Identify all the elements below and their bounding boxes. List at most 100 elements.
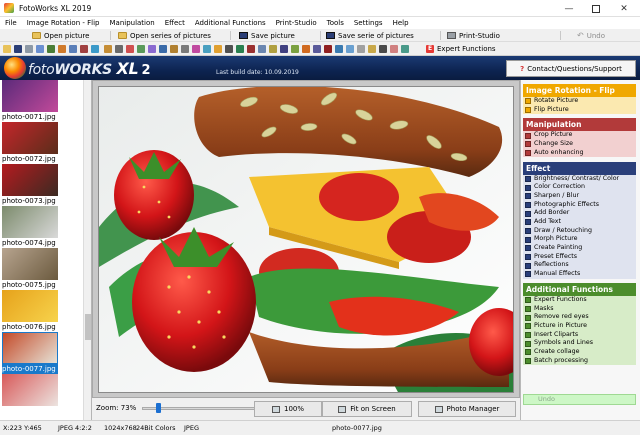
menu-additional-functions[interactable]: Additional Functions — [190, 19, 271, 27]
flip-icon[interactable] — [302, 45, 310, 53]
menu-settings[interactable]: Settings — [349, 19, 388, 27]
menu-file[interactable]: File — [0, 19, 22, 27]
image-viewer[interactable] — [92, 80, 520, 398]
photo-manager-button[interactable]: Photo Manager — [418, 401, 516, 417]
panel-function-item[interactable]: Insert Cliparts — [523, 331, 636, 340]
open-icon[interactable] — [3, 45, 11, 53]
thumbnail-item[interactable] — [2, 374, 58, 416]
person-icon[interactable] — [390, 45, 398, 53]
crop-icon[interactable] — [115, 45, 123, 53]
panel-function-item[interactable]: Morph Picture — [523, 235, 636, 244]
scrollbar-thumb[interactable] — [85, 314, 91, 340]
compare-icon[interactable] — [69, 45, 77, 53]
menu-tools[interactable]: Tools — [322, 19, 349, 27]
panel-function-item[interactable]: Batch processing — [523, 357, 636, 366]
painting-icon[interactable] — [335, 45, 343, 53]
panel-function-item[interactable]: Crop Picture — [523, 131, 636, 140]
thumbnail-item[interactable]: photo-0076.jpg — [2, 290, 58, 332]
panel-section-header[interactable]: Manipulation — [523, 118, 636, 132]
batch-icon[interactable] — [291, 45, 299, 53]
panel-function-item[interactable]: Create collage — [523, 348, 636, 357]
menu-help[interactable]: Help — [388, 19, 414, 27]
effect-icon[interactable] — [192, 45, 200, 53]
resize-icon[interactable] — [181, 45, 189, 53]
fit-on-screen-button[interactable]: Fit on Screen — [322, 401, 412, 417]
panel-function-item[interactable]: Change Size — [523, 140, 636, 149]
panel-function-item[interactable]: Reflections — [523, 261, 636, 270]
rotate-icon[interactable] — [104, 45, 112, 53]
landscape-icon[interactable] — [401, 45, 409, 53]
panel-function-item[interactable]: Auto enhancing — [523, 149, 636, 158]
mask-icon[interactable] — [236, 45, 244, 53]
collage-icon[interactable] — [258, 45, 266, 53]
clipart-icon[interactable] — [269, 45, 277, 53]
grid-icon[interactable] — [91, 45, 99, 53]
tree-icon[interactable] — [47, 45, 55, 53]
maximize-button[interactable] — [582, 0, 610, 17]
panel-function-item[interactable]: Rotate Picture — [523, 97, 636, 106]
panel-section-header[interactable]: Image Rotation - Flip — [523, 84, 636, 97]
contact-support-button[interactable]: ? Contact/Questions/Support — [506, 60, 636, 77]
panel-function-item[interactable]: Photographic Effects — [523, 201, 636, 210]
panel-function-item[interactable]: Color Correction — [523, 183, 636, 192]
save-series-button[interactable]: Save serie of pictures — [326, 30, 414, 41]
thumbnail-item[interactable]: photo-0071.jpg — [2, 80, 58, 122]
panel-section-header[interactable]: Additional Functions — [523, 282, 636, 296]
panel-function-item[interactable]: Manual Effects — [523, 270, 636, 279]
panel-function-item[interactable]: Create Painting — [523, 244, 636, 253]
leaf-icon[interactable] — [137, 45, 145, 53]
panel-function-item[interactable]: Picture in Picture — [523, 322, 636, 331]
panel-function-item[interactable]: Expert Functions — [523, 296, 636, 305]
folder-tool-icon[interactable] — [368, 45, 376, 53]
sharpen-icon[interactable] — [203, 45, 211, 53]
settings-icon[interactable] — [357, 45, 365, 53]
save-picture-button[interactable]: Save picture — [239, 30, 295, 41]
text-tool-icon[interactable] — [225, 45, 233, 53]
panel-section-header[interactable]: Effect — [523, 161, 636, 175]
sun-icon[interactable] — [58, 45, 66, 53]
panel-function-item[interactable]: Remove red eyes — [523, 313, 636, 322]
panel-function-item[interactable]: Masks — [523, 305, 636, 314]
thumbnail-item[interactable]: photo-0073.jpg — [2, 164, 58, 206]
minimize-button[interactable]: — — [555, 0, 583, 17]
redeye-icon[interactable] — [247, 45, 255, 53]
thumbnail-item[interactable]: photo-0075.jpg — [2, 248, 58, 290]
close-button[interactable]: ✕ — [610, 0, 638, 17]
panel-function-item[interactable]: Preset Effects — [523, 253, 636, 262]
zoom-100-button[interactable]: 100% — [254, 401, 322, 417]
panel-function-item[interactable]: Brightness/ Contrast/ Color — [523, 175, 636, 184]
brush-icon[interactable] — [148, 45, 156, 53]
panel-function-item[interactable]: Flip Picture — [523, 106, 636, 115]
thumbnail-list[interactable]: photo-0077.jpg photo-0076.jpg photo-0075.j… — [0, 80, 92, 420]
star-icon[interactable] — [80, 45, 88, 53]
menu-image-rotation[interactable]: Image Rotation - Flip — [22, 19, 105, 27]
print-studio-button[interactable]: Print-Studio — [447, 30, 500, 41]
frame-icon[interactable] — [159, 45, 167, 53]
panel-undo-button[interactable]: Undo — [523, 394, 636, 405]
panel-function-item[interactable]: Symbols and Lines — [523, 339, 636, 348]
zoom-slider-thumb[interactable] — [155, 403, 161, 413]
panel-function-item[interactable]: Add Text — [523, 218, 636, 227]
expert-functions-button[interactable]: E Expert Functions — [426, 43, 496, 55]
open-series-button[interactable]: Open series of pictures — [118, 30, 211, 41]
picture-icon[interactable] — [36, 45, 44, 53]
panel-function-item[interactable]: Draw / Retouching — [523, 227, 636, 236]
text-icon[interactable] — [170, 45, 178, 53]
reflection-icon[interactable] — [346, 45, 354, 53]
menu-effect[interactable]: Effect — [160, 19, 190, 27]
thumbnail-item[interactable]: photo-0072.jpg — [2, 122, 58, 164]
panel-function-item[interactable]: Add Border — [523, 209, 636, 218]
morph-icon[interactable] — [313, 45, 321, 53]
print-icon[interactable] — [25, 45, 33, 53]
open-picture-button[interactable]: Open picture — [32, 30, 89, 41]
symbol-icon[interactable] — [280, 45, 288, 53]
menu-manipulation[interactable]: Manipulation — [104, 19, 159, 27]
thumbnail-item[interactable]: photo-0077.jpg — [2, 332, 58, 374]
panel-function-item[interactable]: Sharpen / Blur — [523, 192, 636, 201]
menu-print-studio[interactable]: Print-Studio — [271, 19, 322, 27]
thumbnail-scrollbar[interactable] — [83, 80, 91, 420]
undo-button[interactable]: ↶ Undo — [577, 30, 605, 41]
thumbnail-item[interactable]: photo-0074.jpg — [2, 206, 58, 248]
heart-icon[interactable] — [126, 45, 134, 53]
save-icon[interactable] — [14, 45, 22, 53]
